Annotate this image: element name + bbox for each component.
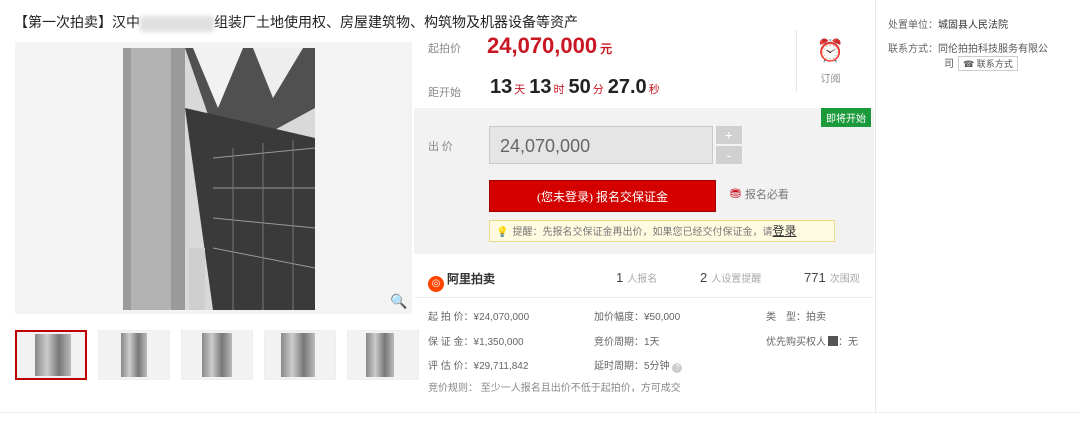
login-link[interactable]: 登录 bbox=[772, 224, 796, 238]
reminders-stat: 2 人设置提醒 bbox=[700, 270, 761, 285]
bid-input[interactable]: 24,070,000 bbox=[489, 126, 713, 164]
countdown-timer: 13 天 13 时 50 分 27.0 秒 bbox=[490, 76, 664, 99]
subscribe-label: 订阅 bbox=[820, 74, 841, 85]
sidebar: 处置单位：城固县人民法院 联系方式：同伦拍拍科技服务有限公 司 ☎ 联系方式 bbox=[875, 0, 1080, 412]
reminders-count: 2 bbox=[700, 270, 708, 285]
question-icon[interactable]: ? bbox=[672, 363, 683, 373]
detail-priority: 优先购买权人 ：无 bbox=[766, 333, 858, 348]
countdown-seconds: 27.0 bbox=[607, 76, 647, 98]
phone-icon: ☎ bbox=[963, 59, 975, 69]
countdown-minutes-unit: 分 bbox=[592, 84, 604, 96]
decrease-bid-button[interactable]: - bbox=[716, 146, 742, 164]
bid-label: 出 价 bbox=[428, 141, 453, 153]
detail-type-value: 拍卖 bbox=[806, 312, 826, 323]
main-photo[interactable]: 🔍 bbox=[15, 42, 412, 314]
divider bbox=[0, 412, 1080, 413]
views-stat: 771 次围观 bbox=[804, 270, 860, 285]
must-read-link[interactable]: ⛃ 报名必看 bbox=[730, 186, 789, 202]
countdown-hours-unit: 时 bbox=[553, 84, 565, 96]
lightbulb-icon: 💡 bbox=[496, 227, 509, 238]
increase-bid-button[interactable]: + bbox=[716, 126, 742, 144]
detail-deposit: 保 证 金：¥1,350,000 bbox=[428, 337, 524, 348]
redacted-text bbox=[140, 15, 214, 32]
tip-text: 提醒：先报名交保证金再出价，如果您已经交付保证金，请 bbox=[512, 227, 773, 238]
subscribe-button[interactable]: ⏰ 订阅 bbox=[796, 30, 864, 92]
detail-type: 类 型：拍卖 bbox=[766, 308, 826, 323]
contact-button[interactable]: ☎ 联系方式 bbox=[958, 56, 1018, 71]
thumbnail[interactable] bbox=[347, 330, 419, 380]
countdown-label: 距开始 bbox=[428, 87, 461, 99]
views-label: 次围观 bbox=[829, 274, 860, 285]
login-tip: 💡 提醒：先报名交保证金再出价，如果您已经交付保证金，请登录 bbox=[489, 220, 835, 242]
thumbnail[interactable] bbox=[15, 330, 87, 380]
countdown-days-unit: 天 bbox=[514, 84, 526, 96]
coins-icon: ⛃ bbox=[730, 186, 741, 201]
thumbnail-strip bbox=[15, 330, 419, 380]
countdown-hours: 13 bbox=[529, 76, 552, 98]
applicants-label: 人报名 bbox=[627, 274, 658, 285]
detail-delay: 延时周期：5分钟 ? bbox=[594, 357, 683, 373]
thumbnail[interactable] bbox=[181, 330, 253, 380]
applicants-count: 1 bbox=[616, 270, 624, 285]
detail-type-label: 类 型： bbox=[766, 312, 806, 323]
disposal-unit: 处置单位：城固县人民法院 bbox=[888, 16, 1008, 31]
status-badge: 即将开始 bbox=[821, 108, 871, 127]
zoom-icon[interactable]: 🔍 bbox=[390, 292, 408, 310]
warehouse-photo bbox=[123, 48, 315, 310]
bid-panel: 即将开始 出 价 24,070,000 + - (您未登录) 报名交保证金 ⛃ 报… bbox=[414, 108, 874, 254]
alibaba-auction-logo-icon: ◎ bbox=[428, 276, 444, 292]
contact-value-2: 司 bbox=[944, 59, 954, 70]
must-read-label: 报名必看 bbox=[744, 189, 789, 201]
detail-delay-text: 延时周期：5分钟 bbox=[594, 361, 670, 372]
contact-value: 同伦拍拍科技服务有限公 bbox=[938, 44, 1048, 55]
detail-increment: 加价幅度：¥50,000 bbox=[594, 312, 681, 323]
signup-deposit-button[interactable]: (您未登录) 报名交保证金 bbox=[489, 180, 716, 212]
detail-start-price: 起 拍 价：¥24,070,000 bbox=[428, 312, 530, 323]
applicants-stat: 1 人报名 bbox=[616, 270, 657, 285]
detail-period: 竞价周期：1天 bbox=[594, 337, 660, 348]
contact-info-line2: 司 ☎ 联系方式 bbox=[944, 55, 1018, 71]
auction-title: 【第一次拍卖】汉中 组装厂土地使用权、房屋建筑物、构筑物及机器设备等资产 bbox=[14, 12, 578, 32]
help-icon[interactable] bbox=[828, 336, 838, 346]
countdown-days: 13 bbox=[490, 76, 513, 98]
countdown-minutes: 50 bbox=[568, 76, 591, 98]
contact-button-label: 联系方式 bbox=[976, 59, 1013, 69]
reminders-label: 人设置提醒 bbox=[711, 274, 762, 285]
brand: ◎ 阿里拍卖 bbox=[428, 270, 495, 292]
start-price-unit: 元 bbox=[600, 42, 613, 56]
alarm-clock-icon: ⏰ bbox=[816, 38, 845, 63]
bid-stepper: + - bbox=[716, 126, 742, 166]
title-prefix: 【第一次拍卖】汉中 bbox=[14, 16, 140, 31]
bid-rules: 竞价规则： 至少一人报名且出价不低于起拍价，方可成交 bbox=[428, 383, 681, 394]
views-count: 771 bbox=[804, 270, 826, 285]
disposal-unit-label: 处置单位： bbox=[888, 20, 938, 31]
thumbnail[interactable] bbox=[264, 330, 336, 380]
countdown-seconds-unit: 秒 bbox=[648, 84, 660, 96]
disposal-unit-value: 城固县人民法院 bbox=[938, 20, 1008, 31]
contact-info: 联系方式：同伦拍拍科技服务有限公 bbox=[888, 40, 1048, 55]
start-price-label: 起拍价 bbox=[428, 43, 461, 55]
detail-priority-label: 优先购买权人 bbox=[766, 337, 826, 348]
brand-name: 阿里拍卖 bbox=[447, 272, 496, 286]
auction-stats: ◎ 阿里拍卖 1 人报名 2 人设置提醒 771 次围观 bbox=[414, 262, 874, 298]
start-price-value: 24,070,000 bbox=[487, 33, 598, 58]
detail-priority-value: ：无 bbox=[838, 337, 858, 348]
detail-appraisal: 评 估 价：¥29,711,842 bbox=[428, 361, 529, 372]
thumbnail[interactable] bbox=[98, 330, 170, 380]
contact-label: 联系方式： bbox=[888, 44, 938, 55]
title-suffix: 组装厂土地使用权、房屋建筑物、构筑物及机器设备等资产 bbox=[214, 16, 578, 31]
start-price: 24,070,000 元 bbox=[487, 33, 612, 59]
